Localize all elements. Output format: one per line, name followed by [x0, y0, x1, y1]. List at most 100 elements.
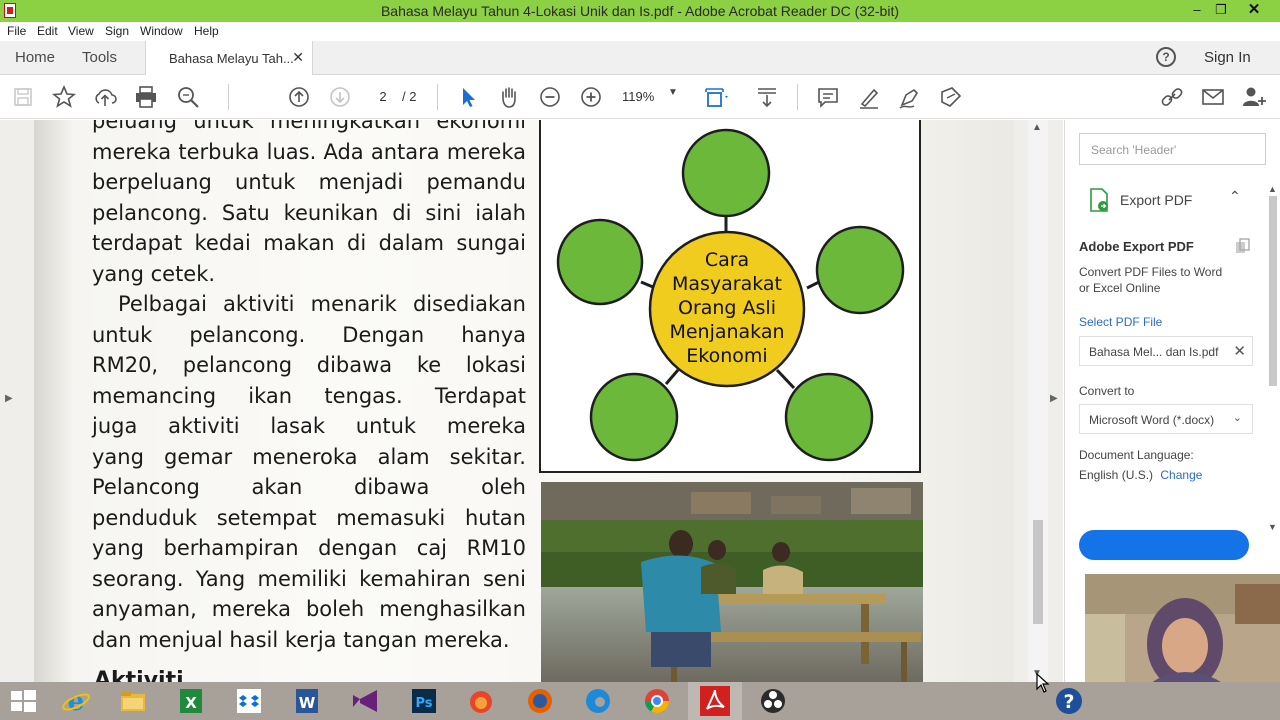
- tab-home[interactable]: Home: [15, 49, 55, 66]
- copy-icon[interactable]: [1235, 238, 1251, 254]
- convert-button[interactable]: [1079, 530, 1249, 560]
- diagram-connector: [640, 280, 654, 289]
- remove-file-icon[interactable]: ✕: [1233, 342, 1246, 360]
- help-icon[interactable]: ?: [1156, 47, 1176, 67]
- tab-document[interactable]: Bahasa Melayu Tah... ✕: [145, 41, 313, 76]
- excel-icon[interactable]: X: [176, 686, 206, 716]
- svg-text:e: e: [68, 687, 85, 716]
- share-link-icon[interactable]: [1159, 84, 1185, 110]
- export-pdf-header[interactable]: Export PDF ⌃: [1065, 180, 1280, 220]
- scroll-up-icon[interactable]: ▲: [1032, 122, 1042, 133]
- text-line: dan menjual hasil kerja tangan mereka.: [92, 627, 510, 652]
- zoom-in-icon[interactable]: [578, 84, 604, 110]
- hand-tool-icon[interactable]: [496, 84, 522, 110]
- sign-pen-icon[interactable]: [897, 84, 923, 110]
- format-select[interactable]: Microsoft Word (*.docx) ⌄: [1079, 404, 1253, 434]
- menu-file[interactable]: File: [7, 24, 26, 38]
- expand-right-pane-icon[interactable]: ▶: [1050, 393, 1058, 404]
- search-icon[interactable]: [175, 84, 201, 110]
- edge-icon[interactable]: [583, 686, 613, 716]
- paragraph-2: Pelbagai aktiviti menarik disediakan untu…: [92, 289, 526, 655]
- diagram-connector: [775, 368, 796, 390]
- svg-text:X: X: [185, 694, 197, 712]
- firefox-developer-icon[interactable]: [466, 686, 496, 716]
- export-pdf-label: Export PDF: [1120, 192, 1193, 208]
- scroll-up-icon[interactable]: ▲: [1268, 184, 1277, 194]
- scroll-down-icon[interactable]: ▼: [1268, 522, 1277, 532]
- next-page-icon[interactable]: [327, 84, 353, 110]
- text-line: anyaman, mereka boleh menghasilkan: [92, 597, 526, 621]
- obs-icon[interactable]: [758, 686, 788, 716]
- text-line: yang berhampiran dengan caj RM10: [92, 536, 526, 560]
- bookmark-star-icon[interactable]: [51, 84, 77, 110]
- menu-edit[interactable]: Edit: [37, 24, 58, 38]
- tab-tools[interactable]: Tools: [82, 49, 117, 66]
- acrobat-taskbar-icon[interactable]: [688, 682, 742, 720]
- menu-help[interactable]: Help: [194, 24, 219, 38]
- text-line: penduduk setempat memasuki hutan: [92, 505, 526, 530]
- print-icon[interactable]: [133, 84, 159, 110]
- upload-cloud-icon[interactable]: [92, 84, 118, 110]
- add-user-icon[interactable]: [1241, 84, 1267, 110]
- page-number-input[interactable]: 2: [368, 87, 398, 107]
- document-scrollbar[interactable]: ▲ ▼: [1028, 120, 1048, 682]
- diagram-connector: [806, 280, 820, 290]
- fit-page-icon[interactable]: [703, 84, 729, 110]
- menu-sign[interactable]: Sign: [105, 24, 129, 38]
- menu-view[interactable]: View: [68, 24, 94, 38]
- document-language-label: Document Language:: [1079, 448, 1194, 462]
- right-pane-scrollbar[interactable]: ▲ ▼: [1266, 184, 1280, 534]
- zoom-out-icon[interactable]: [537, 84, 563, 110]
- email-icon[interactable]: [1200, 84, 1226, 110]
- pdf-page: peluang untuk meningkatkan ekonomi mereka…: [34, 120, 1014, 682]
- fill-sign-icon[interactable]: [938, 84, 964, 110]
- highlight-pen-icon[interactable]: [856, 84, 882, 110]
- previous-page-icon[interactable]: [286, 84, 312, 110]
- zoom-level-select[interactable]: 119%: [622, 89, 654, 104]
- change-language-link[interactable]: Change: [1160, 468, 1202, 482]
- firefox-icon[interactable]: [525, 686, 555, 716]
- scroll-mode-icon[interactable]: [754, 84, 780, 110]
- help-support-icon[interactable]: ?: [1054, 686, 1084, 716]
- text-line: yang cetek.: [92, 261, 216, 286]
- windows-taskbar: e X W Ps ?: [0, 682, 1280, 720]
- diagram-center-line: Orang Asli: [678, 297, 776, 319]
- window-title: Bahasa Melayu Tahun 4-Lokasi Unik dan Is…: [380, 3, 900, 19]
- search-tools-input[interactable]: Search 'Header': [1079, 133, 1266, 165]
- menu-window[interactable]: Window: [140, 24, 183, 38]
- document-language-row: English (U.S.) Change: [1079, 468, 1202, 482]
- dropbox-icon[interactable]: [234, 686, 264, 716]
- select-pdf-file-link[interactable]: Select PDF File: [1079, 315, 1162, 329]
- convert-to-label: Convert to: [1079, 384, 1135, 398]
- save-icon[interactable]: [10, 84, 36, 110]
- select-cursor-icon[interactable]: [455, 84, 481, 110]
- word-icon[interactable]: W: [292, 686, 322, 716]
- text-line: berpeluang untuk menjadi pemandu: [92, 170, 526, 194]
- sign-in-button[interactable]: Sign In: [1204, 49, 1251, 66]
- collapse-left-pane-icon[interactable]: ▶: [5, 393, 13, 404]
- diagram-bubble-bottom-right: [784, 372, 874, 462]
- scrollbar-thumb[interactable]: [1033, 520, 1043, 624]
- diagram-center-line: Cara: [705, 249, 749, 271]
- chevron-up-icon[interactable]: ⌃: [1229, 188, 1241, 205]
- text-line: untuk pelancong. Dengan hanya: [92, 322, 526, 347]
- visual-studio-icon[interactable]: [350, 686, 380, 716]
- svg-text:W: W: [299, 694, 316, 712]
- document-viewport[interactable]: peluang untuk meningkatkan ekonomi mereka…: [0, 120, 1063, 682]
- diagram-center-line: Ekonomi: [686, 345, 767, 367]
- diagram-center-line: Menjanakan: [669, 321, 784, 343]
- internet-explorer-icon[interactable]: e: [61, 686, 91, 717]
- scrollbar-thumb[interactable]: [1269, 196, 1277, 386]
- chrome-icon[interactable]: [642, 686, 672, 716]
- close-tab-icon[interactable]: ✕: [292, 49, 304, 66]
- selected-file-field[interactable]: Bahasa Mel... dan Is.pdf ✕: [1079, 336, 1253, 366]
- restore-button[interactable]: ❐: [1207, 1, 1235, 19]
- close-window-button[interactable]: ✕: [1240, 1, 1268, 19]
- start-icon[interactable]: [8, 686, 38, 716]
- chevron-down-icon[interactable]: ▼: [668, 87, 678, 98]
- photoshop-icon[interactable]: Ps: [409, 686, 439, 716]
- file-explorer-icon[interactable]: [118, 686, 148, 716]
- menu-bar: File Edit View Sign Window Help: [0, 22, 1280, 41]
- comment-icon[interactable]: [815, 84, 841, 110]
- tab-bar: Home Tools Bahasa Melayu Tah... ✕ ? Sign…: [0, 41, 1280, 76]
